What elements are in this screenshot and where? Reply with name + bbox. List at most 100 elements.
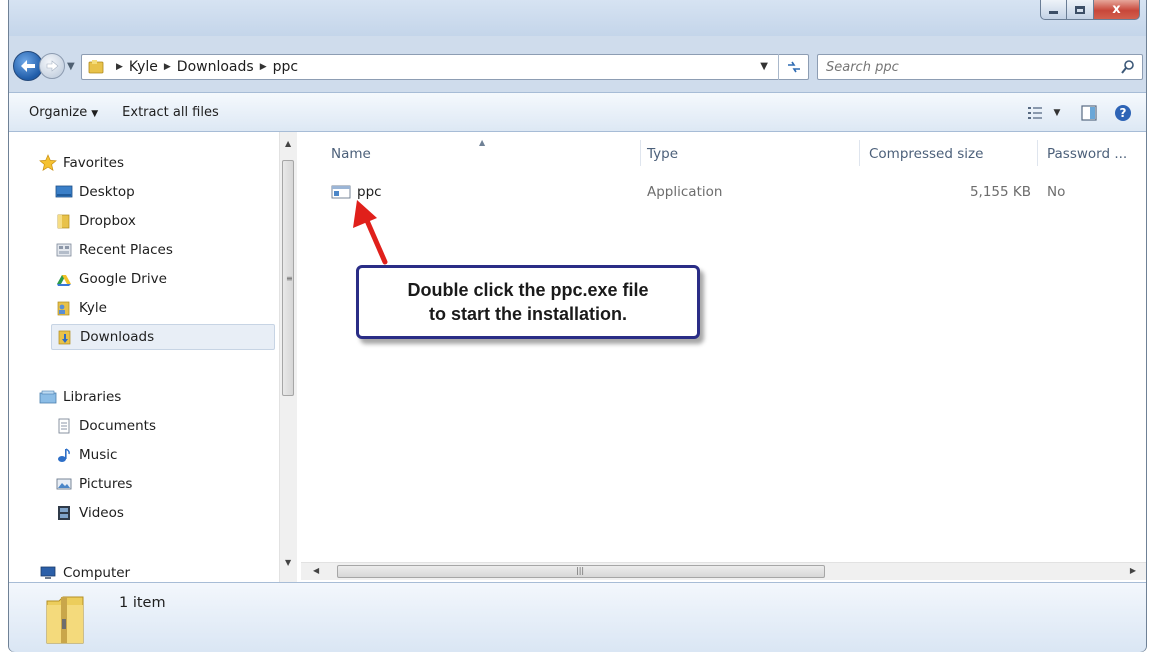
nav-libraries-label: Libraries	[63, 389, 122, 405]
column-header-name[interactable]: Name	[331, 142, 371, 166]
column-divider[interactable]	[1037, 140, 1038, 166]
nav-kyle[interactable]: Kyle	[55, 295, 107, 321]
explorer-window: x ▼ ▶ Kyle ▶ Downloads ▶ ppc ▼ Search pp…	[8, 0, 1147, 652]
nav-documents[interactable]: Documents	[55, 413, 156, 439]
instruction-callout: Double click the ppc.exe file to start t…	[356, 265, 700, 339]
navigation-scrollbar[interactable]: ▲ ≡ ▼	[279, 132, 297, 582]
search-box[interactable]	[817, 54, 1143, 80]
nav-documents-label: Documents	[79, 418, 156, 434]
details-pane: 1 item	[9, 582, 1146, 652]
svg-text:?: ?	[1120, 106, 1127, 120]
nav-computer-label: Computer	[63, 565, 131, 581]
scrollbar-thumb[interactable]: ≡	[282, 160, 294, 396]
grip-icon: ≡	[286, 274, 293, 283]
refresh-icon	[787, 61, 800, 73]
nav-google-drive[interactable]: Google Drive	[55, 266, 167, 292]
view-options-button[interactable]: ▼	[1016, 101, 1072, 125]
item-count: 1 item	[119, 595, 166, 611]
nav-music[interactable]: Music	[55, 442, 117, 468]
minimize-icon	[1049, 11, 1058, 14]
user-folder-icon	[55, 299, 73, 317]
address-bar[interactable]: ▶ Kyle ▶ Downloads ▶ ppc ▼	[81, 54, 809, 80]
nav-libraries[interactable]: Libraries	[39, 384, 121, 410]
command-bar: Organize ▼ Extract all files ▼ ?	[9, 92, 1146, 132]
navigation-pane: Favorites Desktop Dropbox Recent Places	[9, 132, 299, 582]
music-icon	[55, 446, 73, 464]
nav-recent-places-label: Recent Places	[79, 242, 173, 258]
organize-button[interactable]: Organize ▼	[25, 102, 102, 123]
title-bar: x	[9, 0, 1146, 36]
nav-videos[interactable]: Videos	[55, 500, 124, 526]
scroll-up-icon[interactable]: ▲	[285, 139, 291, 148]
column-divider[interactable]	[640, 140, 641, 166]
scroll-left-icon[interactable]: ◀	[313, 566, 319, 575]
file-list-pane: ▲ Name Type Compressed size Password ...…	[301, 132, 1146, 582]
nav-pictures[interactable]: Pictures	[55, 471, 132, 497]
help-icon: ?	[1115, 105, 1131, 121]
desktop-icon	[55, 183, 73, 201]
breadcrumb-kyle[interactable]: Kyle	[129, 59, 158, 75]
address-row: ▼ ▶ Kyle ▶ Downloads ▶ ppc ▼	[9, 36, 1146, 92]
view-details-icon	[1027, 107, 1042, 119]
extract-all-button[interactable]: Extract all files	[118, 102, 223, 123]
nav-music-label: Music	[79, 447, 118, 463]
column-header-type[interactable]: Type	[647, 142, 678, 166]
close-button[interactable]: x	[1094, 0, 1140, 20]
nav-desktop[interactable]: Desktop	[55, 179, 135, 205]
nav-recent-places[interactable]: Recent Places	[55, 237, 173, 263]
libraries-icon	[39, 388, 57, 406]
maximize-icon	[1075, 5, 1085, 14]
file-password: No	[1047, 184, 1066, 200]
grip-icon: |||	[576, 566, 585, 575]
google-drive-icon	[55, 270, 73, 288]
horizontal-scrollbar-thumb[interactable]: |||	[337, 565, 825, 578]
recent-places-icon	[55, 241, 73, 259]
nav-kyle-label: Kyle	[79, 300, 107, 316]
scroll-right-icon[interactable]: ▶	[1130, 566, 1136, 575]
computer-icon	[39, 564, 57, 582]
nav-dropbox-label: Dropbox	[79, 213, 136, 229]
refresh-button[interactable]	[778, 54, 808, 80]
extract-all-label: Extract all files	[122, 104, 219, 120]
breadcrumb-separator-icon: ▶	[116, 62, 123, 72]
nav-dropbox[interactable]: Dropbox	[55, 208, 136, 234]
content-area: Favorites Desktop Dropbox Recent Places	[9, 132, 1146, 582]
nav-downloads-label: Downloads	[80, 329, 155, 345]
command-bar-right: ▼ ?	[1016, 93, 1146, 133]
folder-icon	[88, 59, 104, 75]
minimize-button[interactable]	[1040, 0, 1067, 20]
folder-icon	[55, 212, 73, 230]
callout-arrow	[353, 200, 388, 265]
preview-pane-icon	[1081, 105, 1097, 121]
nav-desktop-label: Desktop	[79, 184, 135, 200]
preview-pane-button[interactable]	[1072, 101, 1106, 125]
recent-pages-dropdown[interactable]: ▼	[67, 61, 79, 73]
close-icon: x	[1112, 2, 1121, 17]
column-divider[interactable]	[859, 140, 860, 166]
breadcrumb-downloads[interactable]: Downloads	[177, 59, 254, 75]
column-header-compressed-size[interactable]: Compressed size	[869, 142, 983, 166]
file-size: 5,155 KB	[969, 184, 1031, 200]
callout-line-2: to start the installation.	[428, 304, 628, 324]
pictures-icon	[55, 475, 73, 493]
sort-ascending-icon: ▲	[479, 138, 486, 147]
horizontal-scrollbar[interactable]: ◀ ||| ▶	[301, 562, 1146, 580]
column-header-password[interactable]: Password ...	[1047, 142, 1127, 166]
document-icon	[55, 417, 73, 435]
maximize-button[interactable]	[1067, 0, 1094, 20]
search-icon	[1121, 60, 1134, 74]
forward-button[interactable]	[39, 53, 65, 79]
breadcrumb-separator-icon: ▶	[259, 62, 267, 72]
chevron-down-icon: ▼	[1053, 108, 1061, 118]
zip-folder-icon	[46, 596, 84, 644]
breadcrumb-ppc[interactable]: ppc	[273, 59, 298, 75]
address-history-dropdown[interactable]: ▼	[760, 61, 768, 72]
scroll-down-icon[interactable]: ▼	[285, 558, 291, 567]
chevron-down-icon: ▼	[91, 108, 99, 119]
nav-downloads[interactable]: Downloads	[51, 324, 275, 350]
file-row[interactable]: ppc Application 5,155 KB No	[315, 180, 1135, 206]
search-input[interactable]	[818, 55, 1108, 79]
callout-line-1: Double click the ppc.exe file	[407, 280, 649, 300]
help-button[interactable]: ?	[1106, 101, 1140, 125]
nav-favorites[interactable]: Favorites	[39, 150, 124, 176]
